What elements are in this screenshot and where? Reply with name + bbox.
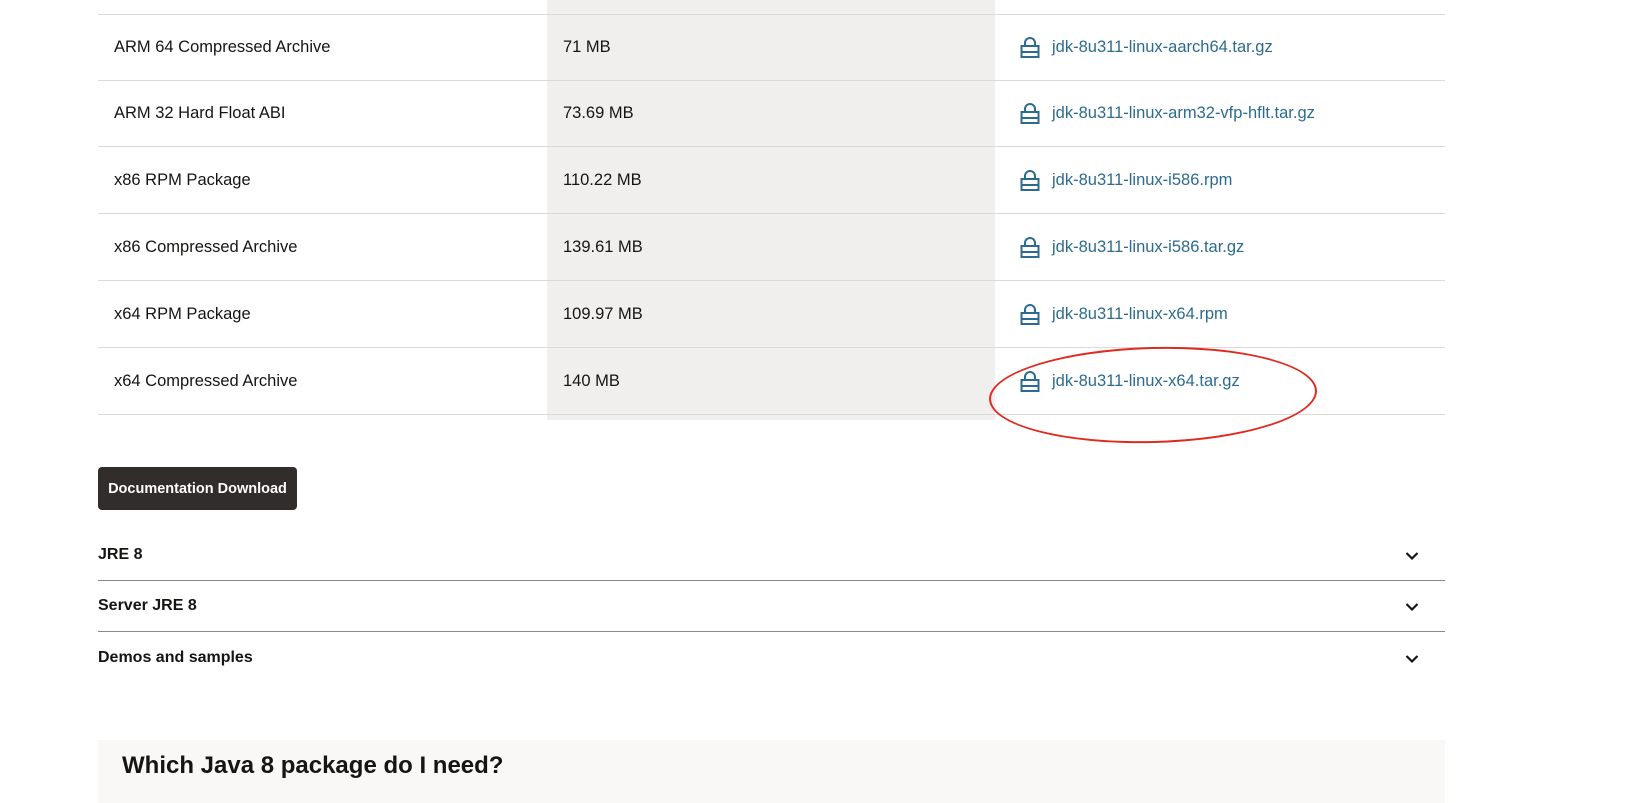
download-link-label: jdk-8u311-linux-i586.rpm — [1052, 171, 1233, 189]
accordion-jre-8[interactable]: JRE 8 — [98, 529, 1445, 581]
section-heading: Which Java 8 package do I need? — [122, 752, 504, 779]
download-link[interactable]: jdk-8u311-linux-x64.rpm — [1020, 303, 1228, 326]
accordion-title: Server JRE 8 — [98, 596, 197, 614]
download-cell: jdk-8u311-linux-arm32-vfp-hflt.tar.gz — [1020, 81, 1440, 146]
download-cell: jdk-8u311-linux-aarch64.tar.gz — [1020, 15, 1440, 80]
download-link-label: jdk-8u311-linux-arm32-vfp-hflt.tar.gz — [1052, 104, 1315, 122]
download-cell: jdk-8u311-linux-x64.tar.gz — [1020, 349, 1440, 414]
table-row: x64 Compressed Archive 140 MB jdk-8u311-… — [98, 349, 1445, 415]
table-row: ARM 64 Compressed Archive 71 MB jdk-8u31… — [98, 15, 1445, 81]
table-row: ARM 32 Hard Float ABI 73.69 MB jdk-8u311… — [98, 81, 1445, 147]
download-cell: jdk-8u311-linux-i586.tar.gz — [1020, 215, 1440, 280]
download-link-label: jdk-8u311-linux-i586.tar.gz — [1052, 238, 1245, 256]
lock-icon — [1020, 102, 1040, 124]
accordion-server-jre-8[interactable]: Server JRE 8 — [98, 580, 1445, 632]
documentation-download-button[interactable]: Documentation Download — [98, 467, 297, 510]
file-size-cell: 110.22 MB — [563, 171, 642, 189]
download-link-label: jdk-8u311-linux-aarch64.tar.gz — [1052, 38, 1273, 56]
product-cell: x64 RPM Package — [114, 305, 251, 323]
file-size-cell: 71 MB — [563, 38, 611, 56]
accordion-title: Demos and samples — [98, 649, 253, 666]
product-cell: x86 Compressed Archive — [114, 238, 298, 256]
download-link[interactable]: jdk-8u311-linux-aarch64.tar.gz — [1020, 36, 1273, 59]
product-cell: x64 Compressed Archive — [114, 372, 298, 390]
table-row: x64 RPM Package 109.97 MB jdk-8u311-linu… — [98, 282, 1445, 348]
accordion-demos-and-samples[interactable]: Demos and samples — [98, 632, 1445, 684]
download-link[interactable]: jdk-8u311-linux-arm32-vfp-hflt.tar.gz — [1020, 102, 1315, 125]
download-link[interactable]: jdk-8u311-linux-i586.rpm — [1020, 169, 1233, 192]
download-link-label: jdk-8u311-linux-x64.tar.gz — [1052, 372, 1240, 390]
page: ARM 64 Compressed Archive 71 MB jdk-8u31… — [0, 0, 1633, 803]
product-cell: x86 RPM Package — [114, 171, 251, 189]
which-package-section: Which Java 8 package do I need? — [98, 740, 1445, 803]
table-row: x86 RPM Package 110.22 MB jdk-8u311-linu… — [98, 148, 1445, 214]
accordion-title: JRE 8 — [98, 545, 143, 563]
download-cell: jdk-8u311-linux-x64.rpm — [1020, 282, 1440, 347]
lock-icon — [1020, 370, 1040, 392]
lock-icon — [1020, 303, 1040, 325]
download-cell: jdk-8u311-linux-i586.rpm — [1020, 148, 1440, 213]
table-row: x86 Compressed Archive 139.61 MB jdk-8u3… — [98, 215, 1445, 281]
file-size-cell: 140 MB — [563, 372, 620, 390]
chevron-down-icon — [1405, 655, 1419, 664]
file-size-cell: 73.69 MB — [563, 104, 634, 122]
file-size-cell: 109.97 MB — [563, 305, 643, 323]
file-size-cell: 139.61 MB — [563, 238, 643, 256]
lock-icon — [1020, 169, 1040, 191]
chevron-down-icon — [1405, 551, 1419, 560]
lock-icon — [1020, 36, 1040, 58]
download-link-label: jdk-8u311-linux-x64.rpm — [1052, 305, 1228, 323]
product-cell: ARM 32 Hard Float ABI — [114, 104, 286, 122]
download-link[interactable]: jdk-8u311-linux-x64.tar.gz — [1020, 370, 1240, 393]
download-link[interactable]: jdk-8u311-linux-i586.tar.gz — [1020, 236, 1245, 259]
lock-icon — [1020, 236, 1040, 258]
chevron-down-icon — [1405, 602, 1419, 611]
product-cell: ARM 64 Compressed Archive — [114, 38, 331, 56]
